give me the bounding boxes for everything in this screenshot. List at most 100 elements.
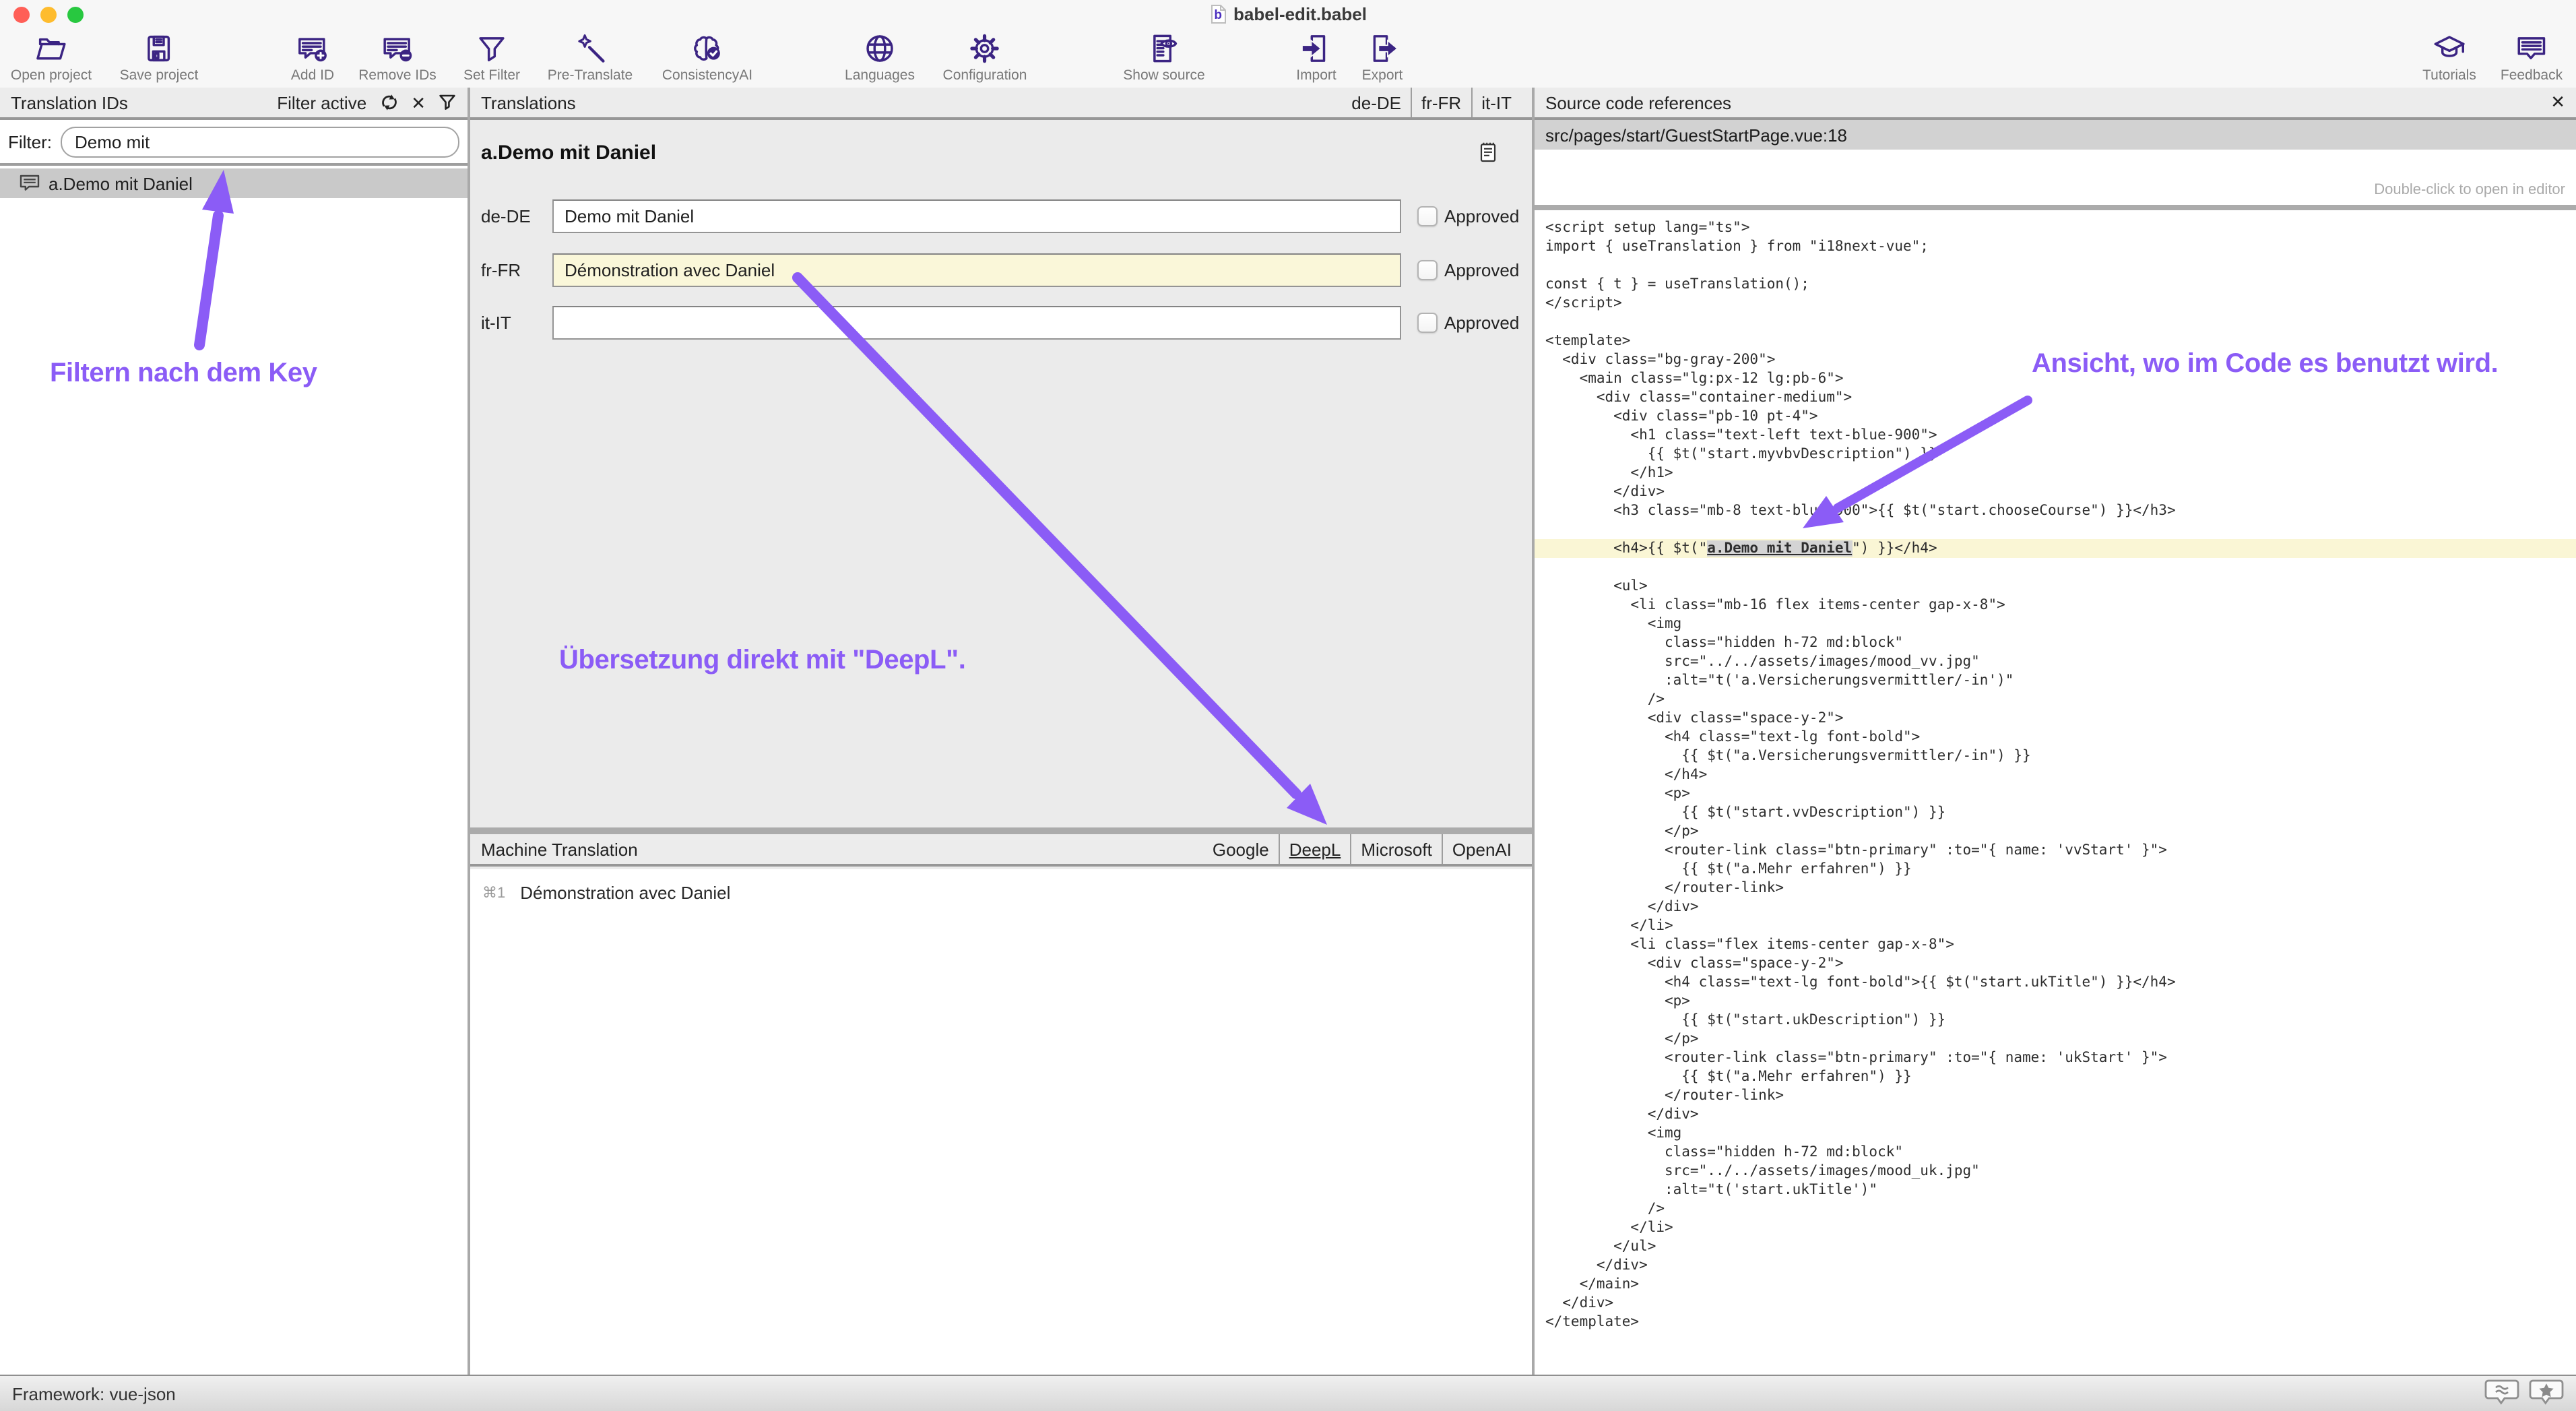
entry-title: a.Demo mit Daniel <box>481 142 656 164</box>
language-tab-fr[interactable]: fr-FR <box>1411 88 1471 117</box>
code-line: src="../../assets/images/mood_uk.jpg" <box>1535 1162 2576 1181</box>
mt-tab-google[interactable]: Google <box>1203 834 1279 864</box>
code-line: </p> <box>1535 822 2576 841</box>
code-line: <img <box>1535 1124 2576 1143</box>
code-line: </ul> <box>1535 1237 2576 1256</box>
code-line: {{ $t("a.Mehr erfahren") }} <box>1535 1067 2576 1086</box>
clear-filter-icon[interactable]: ✕ <box>411 94 426 111</box>
translation-row-fr: fr-FR Approved <box>470 253 1532 287</box>
code-line: <p> <box>1535 784 2576 803</box>
approved-checkbox-fr[interactable] <box>1417 260 1438 280</box>
code-line: {{ $t("start.ukDescription") }} <box>1535 1011 2576 1030</box>
code-line: <h4 class="text-lg font-bold"> <box>1535 728 2576 747</box>
gear-icon <box>967 31 1002 66</box>
annotation-deepl-note: Übersetzung direkt mit "DeepL". <box>559 646 965 677</box>
mt-result-row[interactable]: ⌘1 Démonstration avec Daniel <box>470 869 1532 903</box>
set-filter-button[interactable]: Set Filter <box>463 31 520 84</box>
show-source-button[interactable]: Show source <box>1123 31 1204 84</box>
source-hint-area: Double-click to open in editor <box>1535 150 2576 205</box>
open-project-button[interactable]: Open project <box>11 31 92 84</box>
code-line: src="../../assets/images/mood_vv.jpg" <box>1535 652 2576 671</box>
code-line: const { t } = useTranslation(); <box>1535 275 2576 294</box>
export-icon <box>1365 31 1400 66</box>
rate-app-icon[interactable] <box>2529 1379 2564 1408</box>
graduation-cap-icon <box>2432 31 2467 66</box>
translation-input-it[interactable] <box>552 306 1401 340</box>
approved-checkbox-it[interactable] <box>1417 313 1438 333</box>
languages-button[interactable]: Languages <box>845 31 915 84</box>
add-id-button[interactable]: Add ID <box>291 31 334 84</box>
code-line: <li class="mb-16 flex items-center gap-x… <box>1535 596 2576 615</box>
mt-tab-deepl[interactable]: DeepL <box>1279 834 1351 864</box>
tutorials-button[interactable]: Tutorials <box>2422 31 2476 84</box>
code-line: <script setup lang="ts"> <box>1535 218 2576 237</box>
entry-note-icon[interactable] <box>1479 142 1497 163</box>
approved-checkbox-de[interactable] <box>1417 206 1438 226</box>
source-file-reference[interactable]: src/pages/start/GuestStartPage.vue:18 <box>1535 120 2576 150</box>
translation-ids-title: Translation IDs <box>11 92 128 113</box>
code-line: <router-link class="btn-primary" :to="{ … <box>1535 841 2576 860</box>
translation-ids-panel: Translation IDs Filter active ✕ Filter: … <box>0 88 468 1375</box>
language-tab-it[interactable]: it-IT <box>1471 88 1521 117</box>
mt-tab-microsoft[interactable]: Microsoft <box>1350 834 1441 864</box>
code-line <box>1535 520 2576 539</box>
magic-wand-icon <box>573 31 608 66</box>
export-button[interactable]: Export <box>1362 31 1403 84</box>
lang-label-fr: fr-FR <box>481 260 546 280</box>
filter-options-icon[interactable] <box>438 93 457 112</box>
code-line: <p> <box>1535 992 2576 1011</box>
lang-label-de: de-DE <box>481 206 546 226</box>
feedback-button[interactable]: Feedback <box>2501 31 2563 84</box>
code-line: </div> <box>1535 898 2576 916</box>
code-line: </h4> <box>1535 765 2576 784</box>
import-icon <box>1299 31 1334 66</box>
code-line: <li class="flex items-center gap-x-8"> <box>1535 935 2576 954</box>
remove-ids-button[interactable]: Remove IDs <box>358 31 437 84</box>
code-line: </main> <box>1535 1275 2576 1294</box>
translation-input-de[interactable] <box>552 199 1401 233</box>
consistency-ai-button[interactable]: ConsistencyAI <box>662 31 752 84</box>
translation-input-fr[interactable] <box>552 253 1401 287</box>
open-folder-icon <box>34 31 69 66</box>
translation-ids-header: Translation IDs Filter active ✕ <box>0 88 468 120</box>
code-line: class="hidden h-72 md:block" <box>1535 633 2576 652</box>
code-line: <h3 class="mb-8 text-blue-900">{{ $t("st… <box>1535 501 2576 520</box>
translation-id-item[interactable]: a.Demo mit Daniel <box>0 168 468 198</box>
language-tab-de[interactable]: de-DE <box>1342 88 1411 117</box>
pre-translate-button[interactable]: Pre-Translate <box>548 31 633 84</box>
code-line: {{ $t("a.Mehr erfahren") }} <box>1535 860 2576 879</box>
machine-translation-title: Machine Translation <box>481 839 638 859</box>
splitter-machine-translation[interactable] <box>470 827 1532 834</box>
approved-label-de: Approved <box>1444 206 1519 226</box>
filter-input[interactable] <box>60 126 459 157</box>
annotation-code-note: Ansicht, wo im Code es benutzt wird. <box>2032 349 2498 380</box>
save-project-button[interactable]: Save project <box>120 31 199 84</box>
framework-label: Framework: vue-json <box>12 1383 176 1404</box>
code-line: class="hidden h-72 md:block" <box>1535 1143 2576 1162</box>
close-panel-icon[interactable]: ✕ <box>2550 92 2565 113</box>
translation-row-de: de-DE Approved <box>470 199 1532 233</box>
code-line: <div class="space-y-2"> <box>1535 709 2576 728</box>
code-line: {{ $t("start.vvDescription") }} <box>1535 803 2576 822</box>
refresh-filter-icon[interactable] <box>380 93 399 112</box>
whats-new-icon[interactable] <box>2484 1379 2519 1408</box>
configuration-button[interactable]: Configuration <box>943 31 1027 84</box>
import-button[interactable]: Import <box>1296 31 1337 84</box>
machine-translation-header: Machine Translation Google DeepL Microso… <box>470 834 1532 867</box>
code-line: <h1 class="text-left text-blue-900"> <box>1535 426 2576 445</box>
code-line: /> <box>1535 690 2576 709</box>
status-bar: Framework: vue-json <box>0 1375 2576 1411</box>
remove-ids-icon <box>380 31 415 66</box>
code-line: <template> <box>1535 332 2576 350</box>
mt-tab-openai[interactable]: OpenAI <box>1442 834 1521 864</box>
translation-id-label: a.Demo mit Daniel <box>49 173 193 193</box>
splitter-code[interactable] <box>1535 205 2576 210</box>
code-line <box>1535 558 2576 577</box>
code-line: </template> <box>1535 1313 2576 1331</box>
code-line: <h4>{{ $t("a.Demo mit Daniel") }}</h4> <box>1535 539 2576 558</box>
code-line: <div class="container-medium"> <box>1535 388 2576 407</box>
open-in-editor-hint: Double-click to open in editor <box>2374 182 2565 198</box>
window-title: babel-edit.babel <box>1233 4 1367 24</box>
code-line: <div class="pb-10 pt-4"> <box>1535 407 2576 426</box>
code-line: {{ $t("start.myvbvDescription") }} <box>1535 445 2576 464</box>
